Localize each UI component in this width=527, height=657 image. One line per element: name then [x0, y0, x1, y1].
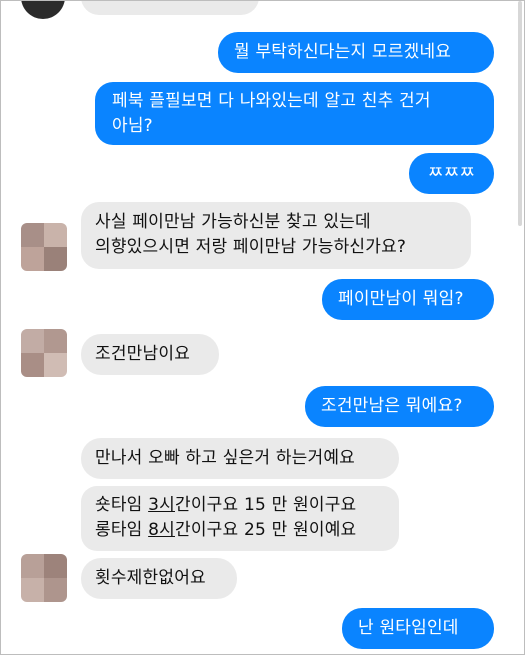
top-partial-bubble: ... [81, 0, 259, 15]
message-bubble-incoming: 횟수제한없어요 [81, 558, 237, 599]
message-text-line: 사실 페이만남 가능하신분 찾고 있는데 [95, 212, 371, 232]
avatar [21, 554, 67, 602]
message-text-line: 롱타임 8시간이구요 25 만 원이예요 [95, 518, 385, 543]
text-segment: 간이구요 15 만 원이구요 [174, 495, 357, 515]
message-text: 난 원타임인데 [358, 618, 459, 638]
message-text: 만나서 오빠 하고 싶은거 하는거예요 [95, 448, 356, 468]
chat-window: ... 뭘 부탁하신다는지 모르겠네요 페북 플필보면 다 나와있는데 알고 친… [0, 0, 525, 655]
top-partial-text: ... [99, 0, 116, 1]
message-bubble-outgoing: 페이만남이 뭐임? [322, 279, 494, 320]
message-bubble-outgoing: ㅉㅉㅉ [409, 153, 494, 194]
text-segment: 숏타임 [95, 495, 149, 515]
underlined-text: 3시 [148, 495, 175, 515]
message-bubble-outgoing: 페북 플필보면 다 나와있는데 알고 친추 건거 아님? [95, 82, 494, 145]
message-bubble-incoming: 숏타임 3시간이구요 15 만 원이구요 롱타임 8시간이구요 25 만 원이예… [81, 486, 399, 551]
avatar [21, 223, 67, 271]
top-avatar [21, 1, 65, 19]
text-segment: 간이구요 25 만 원이예요 [174, 520, 357, 540]
avatar [21, 329, 67, 377]
message-text: 페이만남이 뭐임? [338, 289, 464, 309]
message-text-line: 의향있으시면 저랑 페이만남 가능하신가요? [95, 237, 407, 257]
message-text: 횟수제한없어요 [95, 568, 206, 588]
message-bubble-outgoing: 조건만남은 뭐에요? [305, 386, 494, 427]
message-text-line: 숏타임 3시간이구요 15 만 원이구요 [95, 493, 385, 518]
message-bubble-incoming: 만나서 오빠 하고 싶은거 하는거예요 [81, 438, 399, 479]
message-text-line: 페북 플필보면 다 나와있는데 알고 친추 건거 [112, 91, 431, 111]
scrollbar[interactable] [518, 1, 522, 226]
message-bubble-incoming: 사실 페이만남 가능하신분 찾고 있는데 의향있으시면 저랑 페이만남 가능하신… [81, 202, 471, 269]
message-text: ㅉㅉㅉ [427, 163, 476, 183]
message-text: 조건만남이요 [95, 344, 191, 364]
underlined-text: 8시 [148, 520, 175, 540]
message-text: 뭘 부탁하신다는지 모르겠네요 [234, 42, 452, 62]
message-text-line: 아님? [112, 116, 153, 136]
text-segment: 롱타임 [95, 520, 149, 540]
message-bubble-outgoing: 난 원타임인데 [342, 608, 494, 649]
message-bubble-incoming: 조건만남이요 [81, 334, 219, 375]
message-text: 조건만남은 뭐에요? [321, 396, 463, 416]
message-bubble-outgoing: 뭘 부탁하신다는지 모르겠네요 [218, 32, 494, 73]
